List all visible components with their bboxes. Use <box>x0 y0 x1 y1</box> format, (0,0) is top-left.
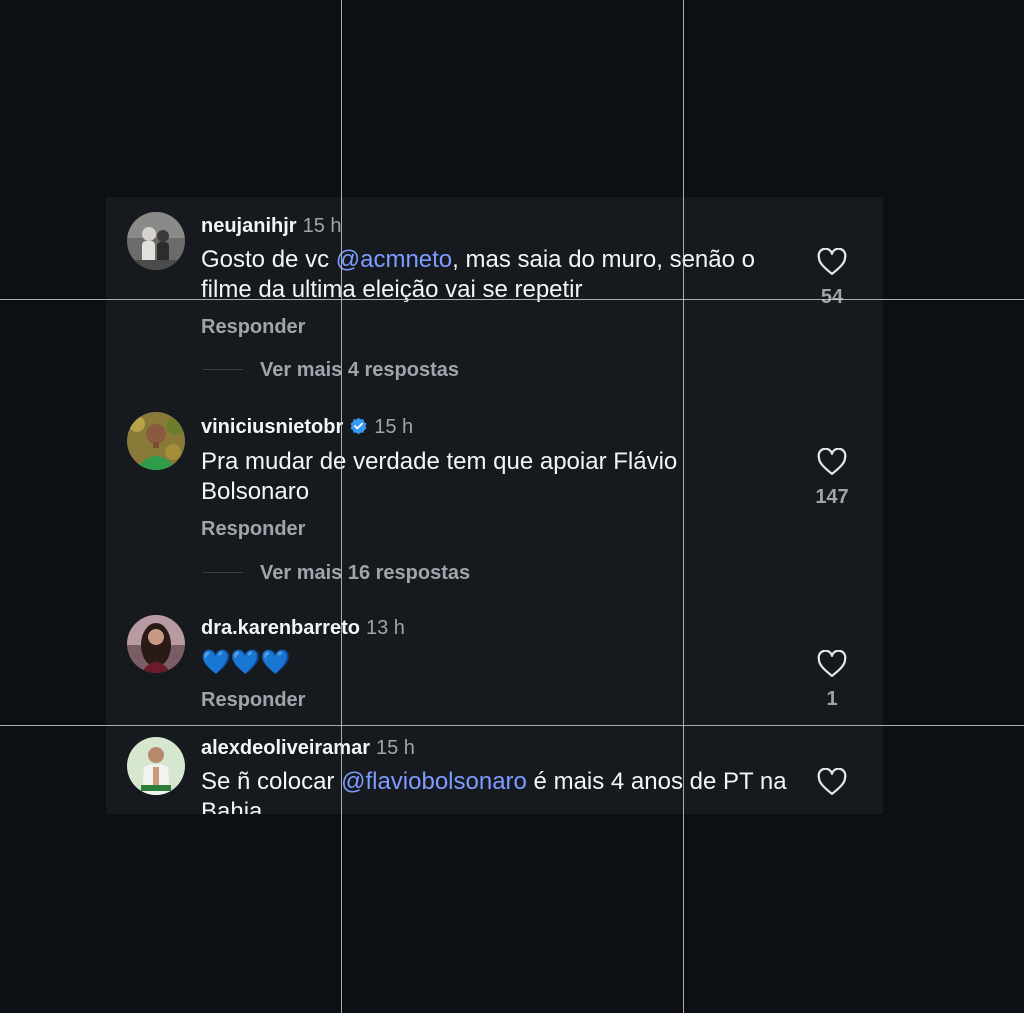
view-more-replies-label: Ver mais 16 respostas <box>260 562 471 584</box>
timestamp: 15 h <box>302 215 342 237</box>
comment-meta: viniciusnietobr 15 h <box>201 415 413 439</box>
mention-link[interactable]: @acmneto <box>336 246 452 273</box>
avatar[interactable] <box>127 212 185 270</box>
avatar[interactable] <box>127 412 185 470</box>
timestamp: 15 h <box>376 737 415 759</box>
comment-text-part: 💙💙💙 <box>201 649 291 676</box>
view-more-replies-label: Ver mais 4 respostas <box>260 359 460 381</box>
screenshot-stage: neujanihjr 15 h Gosto de vc @acmneto, mas… <box>0 0 1024 1013</box>
replies-divider <box>203 369 243 370</box>
like-count: 147 <box>815 486 849 508</box>
mention-link[interactable]: @flaviobolsonaro <box>341 768 527 795</box>
comments-panel: neujanihjr 15 h Gosto de vc @acmneto, mas… <box>106 197 883 814</box>
replies-divider <box>203 572 243 573</box>
comment-text-part: Se ñ colocar <box>201 768 342 795</box>
comment-meta: neujanihjr 15 h <box>201 214 342 238</box>
like-count: 54 <box>820 286 844 308</box>
comment-text: 💙💙💙 <box>201 648 801 678</box>
like-count: 1 <box>826 688 838 710</box>
username[interactable]: dra.karenbarreto <box>201 617 360 639</box>
heart-outline-icon[interactable] <box>817 768 847 796</box>
like-control: 147 <box>802 448 862 509</box>
comment-text: Pra mudar de verdade tem que apoiar Fláv… <box>201 447 761 507</box>
avatar[interactable] <box>127 737 185 795</box>
view-more-replies-button[interactable]: Ver mais 16 respostas <box>203 562 470 585</box>
guide-line-horizontal <box>0 299 1024 300</box>
username[interactable]: neujanihjr <box>201 215 297 237</box>
view-more-replies-button[interactable]: Ver mais 4 respostas <box>203 359 459 382</box>
reply-button[interactable]: Responder <box>201 518 305 541</box>
verified-badge-icon <box>350 417 367 435</box>
comment-text: Se ñ colocar @flaviobolsonaro é mais 4 a… <box>201 767 801 814</box>
heart-outline-icon[interactable] <box>817 650 847 678</box>
username[interactable]: alexdeoliveiramar <box>201 737 370 759</box>
guide-line-horizontal <box>0 725 1024 726</box>
reply-button[interactable]: Responder <box>201 316 305 339</box>
reply-button[interactable]: Responder <box>201 689 305 712</box>
comment-text-part: Gosto de vc <box>201 246 336 273</box>
timestamp: 13 h <box>365 617 405 639</box>
username[interactable]: viniciusnietobr <box>201 416 343 438</box>
avatar[interactable] <box>127 615 185 673</box>
comment-meta: alexdeoliveiramar 15 h <box>201 736 415 760</box>
comment-meta: dra.karenbarreto 13 h <box>201 616 405 640</box>
timestamp: 15 h <box>374 416 414 438</box>
comment-text-part: Pra mudar de verdade tem que apoiar Fláv… <box>201 448 678 505</box>
comment-text: Gosto de vc @acmneto, mas saia do muro, … <box>201 245 801 305</box>
guide-line-vertical <box>683 0 684 1013</box>
heart-outline-icon[interactable] <box>817 248 847 276</box>
heart-outline-icon[interactable] <box>817 448 847 476</box>
like-control: 1 <box>802 650 862 711</box>
guide-line-vertical <box>341 0 342 1013</box>
like-control <box>802 768 862 796</box>
